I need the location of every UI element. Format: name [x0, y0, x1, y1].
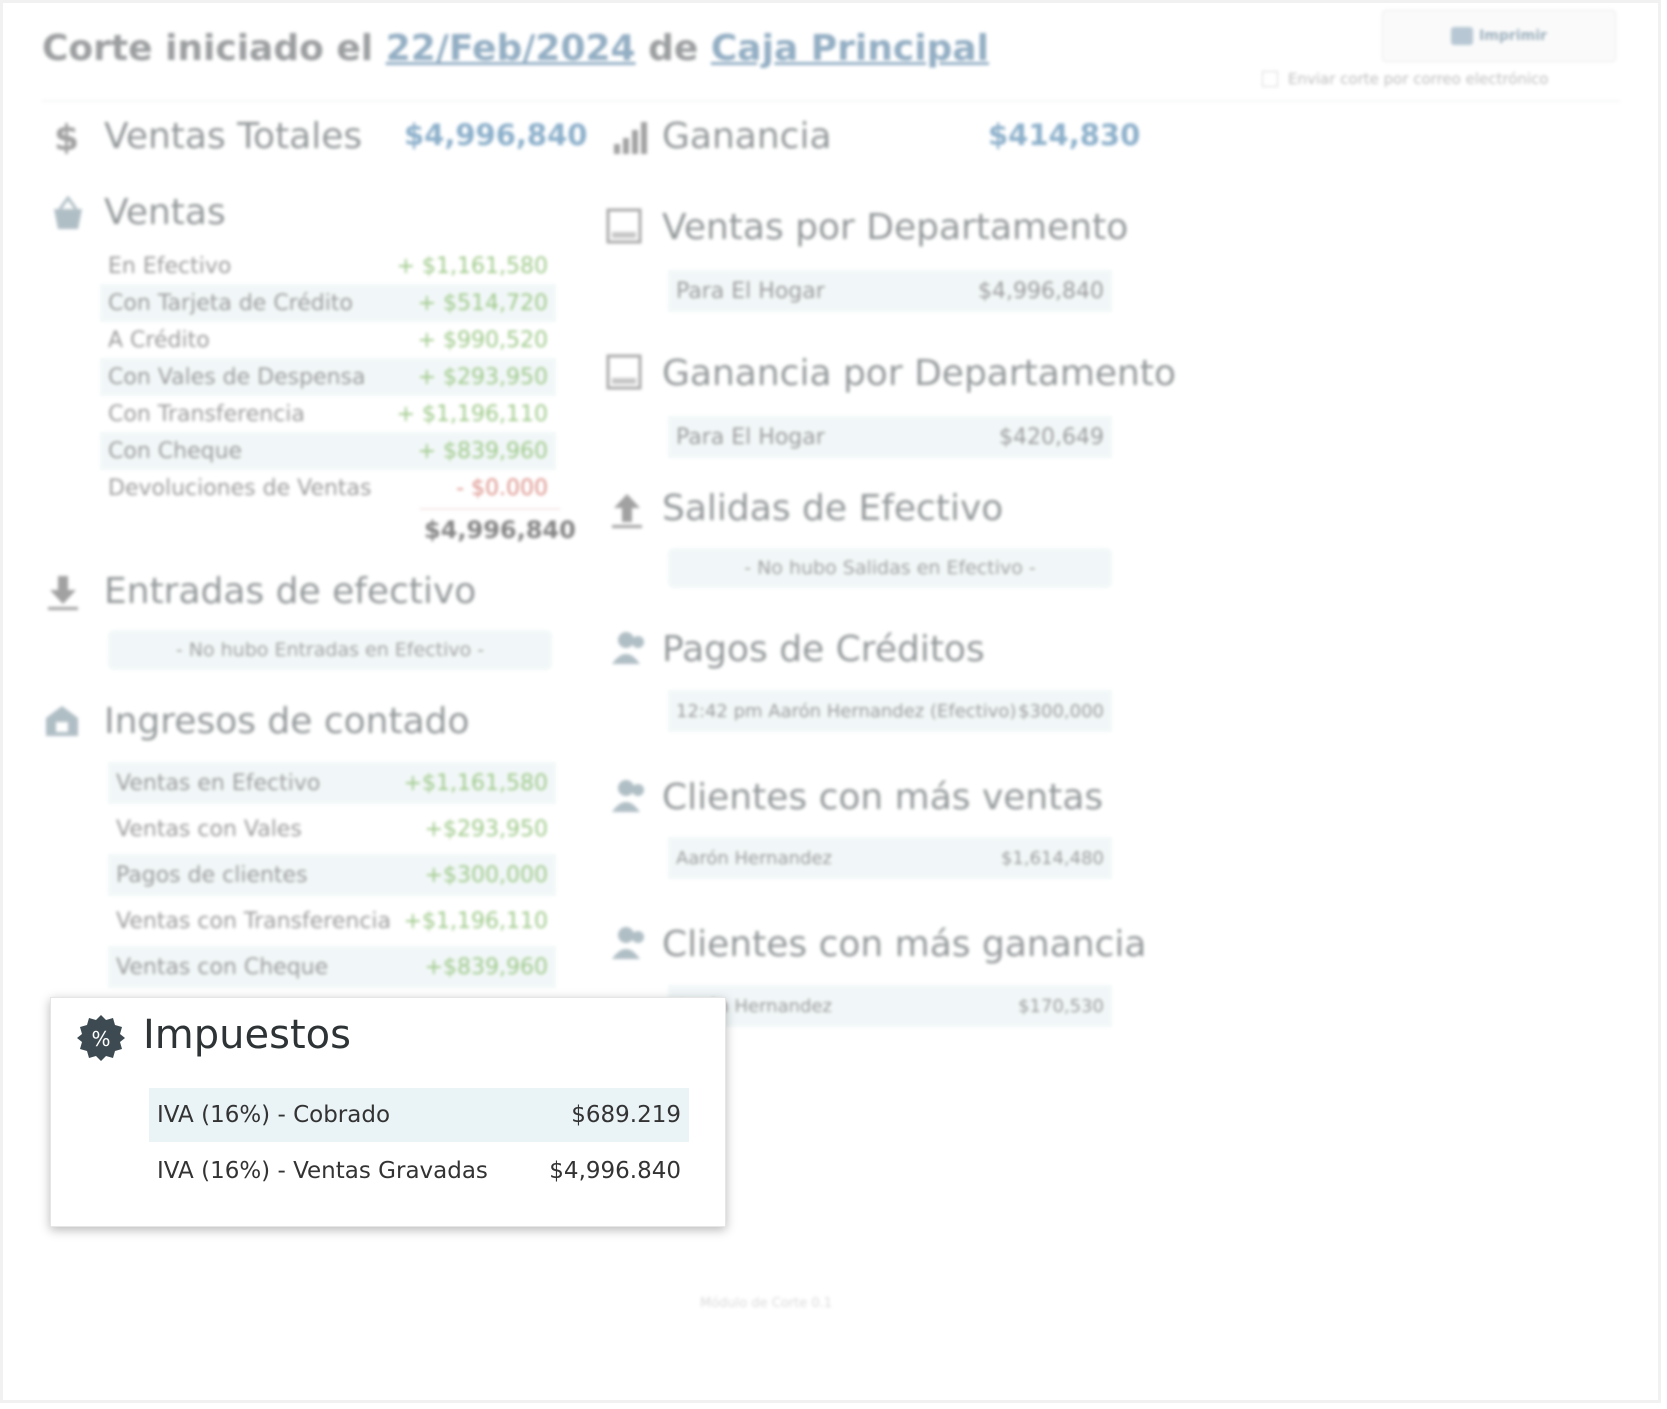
ingresos-title: Ingresos de contado [104, 701, 470, 742]
dollar-icon: $ [54, 118, 79, 154]
tax-value: $4,996.840 [549, 1158, 681, 1184]
email-option[interactable]: Enviar corte por correo electrónico [1262, 70, 1548, 88]
register-link[interactable]: Caja Principal [711, 28, 989, 69]
email-checkbox[interactable] [1262, 71, 1278, 87]
title-middle: de [648, 28, 699, 69]
cash-register-icon [46, 706, 78, 736]
printer-icon [1451, 27, 1474, 45]
ingresos-row: Pagos de clientes +$300,000 [108, 854, 556, 896]
ganancia-depto-row: Para El Hogar $420,649 [668, 416, 1112, 458]
users-icon [612, 780, 644, 812]
impuestos-title: Impuestos [143, 1012, 351, 1058]
print-button[interactable]: Imprimir [1382, 10, 1616, 62]
entradas-empty: - No hubo Entradas en Efectivo - [108, 630, 552, 670]
ventas-row: Con Vales de Despensa + $293,950 [100, 358, 556, 396]
ganancia-label: Ganancia [662, 116, 832, 157]
ventas-depto-title: Ventas por Departamento [662, 207, 1129, 248]
impuestos-card: % Impuestos IVA (16%) - Cobrado $689.219… [50, 997, 726, 1227]
tax-label: IVA (16%) - Ventas Gravadas [157, 1158, 488, 1184]
entradas-title: Entradas de efectivo [104, 571, 477, 612]
tax-label: IVA (16%) - Cobrado [157, 1102, 391, 1128]
ventas-row: Devoluciones de Ventas - $0.000 [108, 475, 548, 501]
department-icon [606, 208, 642, 244]
ventas-row: En Efectivo + $1,161,580 [108, 253, 548, 279]
users-icon [612, 927, 644, 959]
ingresos-row: Ventas con Cheque +$839,960 [108, 946, 556, 988]
clientes-ventas-title: Clientes con más ventas [662, 777, 1104, 818]
svg-text:%: % [91, 1027, 110, 1051]
salidas-title: Salidas de Efectivo [662, 488, 1004, 529]
footer-text: Módulo de Corte 0.1 [700, 1296, 833, 1311]
ventas-depto-row: Para El Hogar $4,996,840 [668, 270, 1112, 312]
pagos-creditos-title: Pagos de Créditos [662, 629, 985, 670]
print-label: Imprimir [1479, 28, 1547, 44]
bar-chart-icon [614, 122, 647, 154]
ingresos-row: Ventas con Vales +$293,950 [116, 816, 548, 842]
email-label: Enviar corte por correo electrónico [1288, 70, 1549, 88]
pagos-creditos-row: 12:42 pm Aarón Hernandez (Efectivo) $300,… [668, 690, 1112, 732]
tax-value: $689.219 [571, 1102, 681, 1128]
users-icon [612, 632, 644, 664]
clientes-ventas-row: Aarón Hernandez $1,614,480 [668, 837, 1112, 879]
header-divider [42, 100, 1620, 102]
ganancia-depto-title: Ganancia por Departamento [662, 353, 1177, 394]
ventas-totales-value: $4,996,840 [404, 118, 588, 152]
total-divider [420, 508, 560, 510]
ventas-row: A Crédito + $990,520 [108, 327, 548, 353]
clientes-ganancia-title: Clientes con más ganancia [662, 924, 1147, 965]
date-link[interactable]: 22/Feb/2024 [386, 28, 636, 69]
ventas-row: Con Transferencia + $1,196,110 [108, 401, 548, 427]
clientes-ganancia-row: Aarón Hernandez $170,530 [668, 985, 1112, 1027]
ventas-row: Con Tarjeta de Crédito + $514,720 [100, 284, 556, 322]
percent-badge-icon: % [77, 1015, 125, 1061]
ventas-totales-label: Ventas Totales [104, 116, 363, 157]
page-title: Corte iniciado el 22/Feb/2024 de Caja Pr… [42, 28, 989, 69]
svg-text:$: $ [54, 118, 79, 154]
salidas-empty: - No hubo Salidas en Efectivo - [668, 548, 1112, 588]
tax-row: IVA (16%) - Ventas Gravadas $4,996.840 [149, 1144, 689, 1198]
basket-icon [54, 195, 82, 229]
title-prefix: Corte iniciado el [42, 28, 374, 69]
ventas-row: Con Cheque + $839,960 [100, 432, 556, 470]
arrow-up-icon [612, 494, 642, 528]
ventas-total: $4,996,840 [424, 516, 576, 544]
arrow-down-icon [48, 576, 78, 610]
department-icon [606, 354, 642, 390]
ventas-title: Ventas [104, 192, 226, 233]
ingresos-row: Ventas en Efectivo +$1,161,580 [108, 762, 556, 804]
ingresos-row: Ventas con Transferencia +$1,196,110 [116, 908, 548, 934]
ganancia-value: $414,830 [988, 118, 1141, 152]
tax-row: IVA (16%) - Cobrado $689.219 [149, 1088, 689, 1142]
